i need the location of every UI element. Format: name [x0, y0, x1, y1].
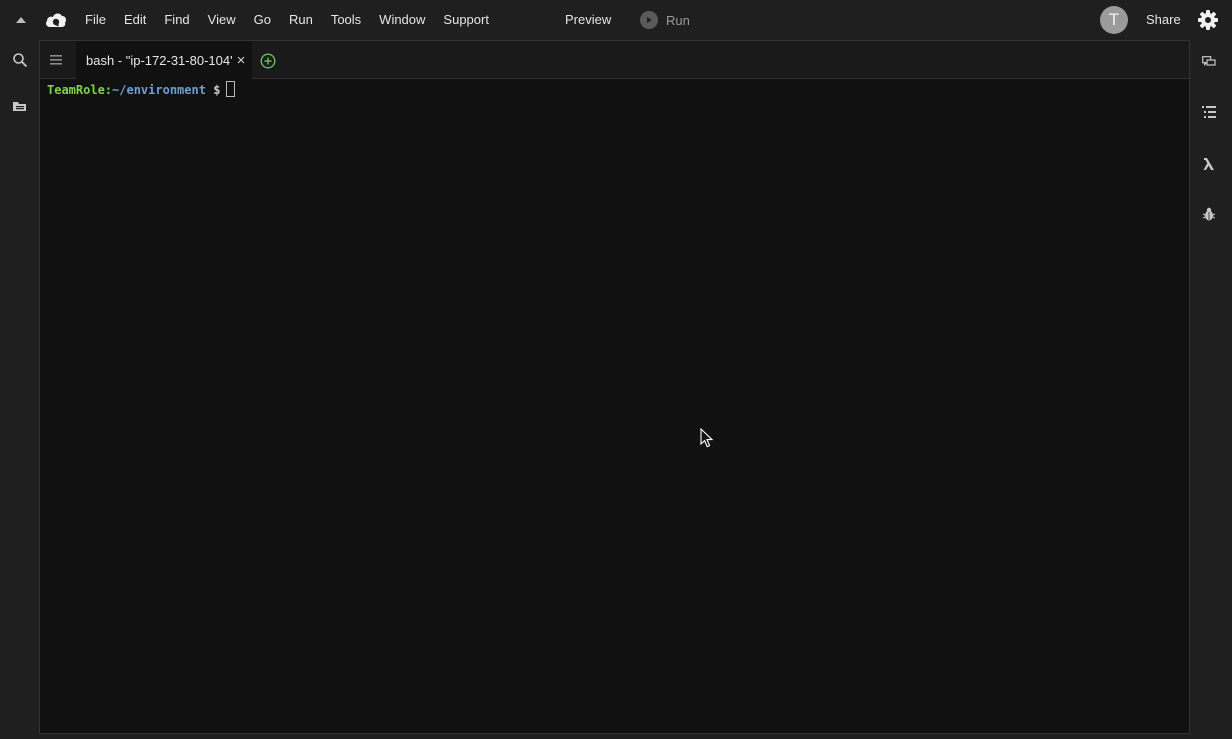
chat-bubbles-icon[interactable] — [1199, 52, 1219, 72]
main-menu: File Edit Find View Go Run Tools Window … — [76, 0, 498, 40]
mouse-pointer-icon — [700, 427, 714, 448]
plus-circle-icon[interactable] — [259, 52, 277, 70]
menu-support[interactable]: Support — [434, 0, 498, 40]
menu-find[interactable]: Find — [155, 0, 198, 40]
prompt-dollar: $ — [213, 83, 221, 97]
menu-run[interactable]: Run — [280, 0, 322, 40]
menu-file[interactable]: File — [76, 0, 115, 40]
menu-edit[interactable]: Edit — [115, 0, 155, 40]
share-button[interactable]: Share — [1138, 0, 1189, 40]
top-menu-bar: File Edit Find View Go Run Tools Window … — [0, 0, 1232, 40]
run-button[interactable]: Run — [632, 0, 698, 40]
search-icon[interactable] — [10, 50, 30, 70]
left-sidebar — [0, 40, 39, 739]
play-icon — [640, 11, 658, 29]
terminal-cursor — [226, 81, 236, 97]
menu-view[interactable]: View — [199, 0, 245, 40]
preview-button[interactable]: Preview — [556, 0, 620, 40]
outline-list-icon[interactable] — [1199, 102, 1219, 122]
menu-go[interactable]: Go — [245, 0, 280, 40]
terminal-output[interactable]: TeamRole:~/environment $ — [47, 81, 236, 97]
tab-bash-terminal[interactable]: bash - "ip-172-31-80-104' × — [76, 41, 252, 79]
menu-window[interactable]: Window — [370, 0, 434, 40]
caret-up-icon[interactable] — [13, 14, 29, 26]
right-sidebar — [1191, 40, 1232, 739]
tab-title: bash - "ip-172-31-80-104' — [86, 52, 233, 68]
menu-tools[interactable]: Tools — [322, 0, 370, 40]
bug-icon[interactable] — [1199, 204, 1219, 224]
run-button-label: Run — [666, 12, 690, 28]
folder-tree-icon[interactable] — [10, 96, 30, 116]
hamburger-icon[interactable] — [50, 53, 66, 67]
prompt-path: ~/environment — [112, 83, 206, 97]
prompt-colon: : — [104, 83, 113, 97]
close-icon[interactable]: × — [237, 52, 246, 69]
tab-bar: bash - "ip-172-31-80-104' × — [40, 41, 1189, 79]
prompt-user: TeamRole — [47, 83, 105, 97]
lambda-icon[interactable] — [1199, 154, 1219, 174]
gear-icon[interactable] — [1196, 8, 1220, 32]
cloud9-logo-icon[interactable] — [44, 9, 68, 31]
terminal-panel: bash - "ip-172-31-80-104' × TeamRole:~/e… — [39, 40, 1190, 734]
avatar[interactable]: T — [1100, 6, 1128, 34]
